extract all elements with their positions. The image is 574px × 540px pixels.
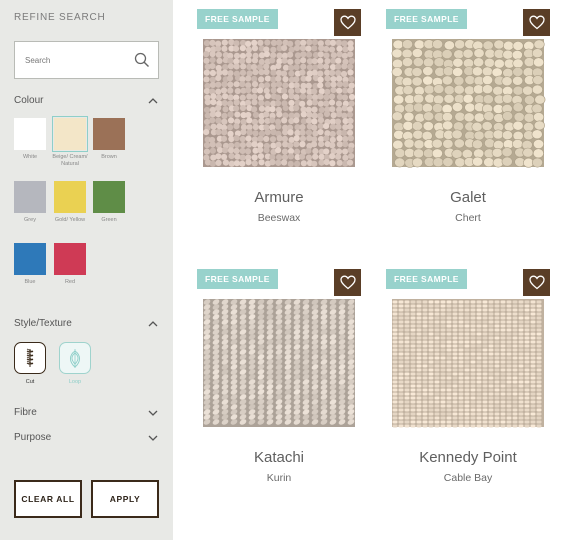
swatch-chip	[14, 118, 46, 150]
style-option-cut[interactable]: Cut	[14, 342, 46, 385]
colour-swatch-red[interactable]: Red	[54, 243, 86, 286]
free-sample-badge[interactable]: FREE SAMPLE	[197, 9, 278, 29]
swatch-chip	[14, 243, 46, 275]
product-card[interactable]: FREE SAMPLE Katachi Kurin	[197, 269, 361, 499]
search-input[interactable]	[25, 52, 135, 68]
colour-section-header[interactable]: Colour	[14, 95, 161, 109]
swatch-label: Green	[101, 217, 117, 223]
product-name[interactable]: Armure	[197, 189, 361, 206]
style-option-label: Cut	[25, 379, 35, 385]
colour-heading: Colour	[14, 95, 44, 106]
heart-icon[interactable]	[523, 269, 550, 296]
colour-swatch-grey[interactable]: Grey	[14, 181, 46, 224]
style-section-header[interactable]: Style/Texture	[14, 318, 161, 332]
apply-button[interactable]: APPLY	[91, 480, 159, 518]
product-colour: Beeswax	[257, 212, 301, 224]
swatch-chip	[54, 243, 86, 275]
swatch-label: Gold/ Yellow	[54, 217, 86, 223]
free-sample-badge[interactable]: FREE SAMPLE	[386, 9, 467, 29]
heart-icon[interactable]	[523, 9, 550, 36]
refine-search-title: REFINE SEARCH	[14, 12, 106, 23]
fibre-heading: Fibre	[14, 407, 37, 418]
filter-sidebar: REFINE SEARCH Colour White Beige/ Cream/…	[0, 0, 173, 540]
colour-swatch-beige[interactable]: Beige/ Cream/ Natural	[52, 116, 88, 168]
product-colour: Chert	[455, 212, 481, 224]
product-colour: Kurin	[266, 472, 292, 484]
swatch-chip	[14, 181, 46, 213]
style-option-label: Loop	[68, 379, 82, 385]
swatch-label: Blue	[24, 279, 36, 285]
purpose-section-header[interactable]: Purpose	[14, 432, 161, 446]
swatch-chip	[54, 181, 86, 213]
fibre-section-header[interactable]: Fibre	[14, 407, 161, 421]
swatch-chip	[93, 118, 125, 150]
product-card[interactable]: FREE SAMPLE Kennedy Point Cable Bay	[386, 269, 550, 499]
cut-pile-icon	[14, 342, 46, 374]
swatch-label: Beige/ Cream/ Natural	[52, 154, 88, 167]
chevron-up-icon	[147, 96, 159, 106]
loop-pile-icon	[59, 342, 91, 374]
product-colour: Cable Bay	[443, 472, 493, 484]
search-icon[interactable]	[133, 51, 151, 69]
chevron-up-icon	[147, 319, 159, 329]
heart-icon[interactable]	[334, 9, 361, 36]
colour-swatch-white[interactable]: White	[14, 118, 46, 161]
chevron-down-icon	[147, 408, 159, 418]
swatch-chip	[52, 116, 88, 152]
chevron-down-icon	[147, 433, 159, 443]
purpose-heading: Purpose	[14, 432, 52, 443]
search-field[interactable]	[14, 41, 159, 79]
clear-all-button[interactable]: CLEAR ALL	[14, 480, 82, 518]
swatch-label: Red	[64, 279, 76, 285]
product-name[interactable]: Kennedy Point	[386, 449, 550, 466]
free-sample-badge[interactable]: FREE SAMPLE	[197, 269, 278, 289]
product-card[interactable]: FREE SAMPLE Galet Chert	[386, 9, 550, 239]
colour-swatch-brown[interactable]: Brown	[93, 118, 125, 161]
swatch-label: Grey	[24, 217, 36, 223]
swatch-chip	[93, 181, 125, 213]
product-name[interactable]: Katachi	[197, 449, 361, 466]
product-name[interactable]: Galet	[386, 189, 550, 206]
free-sample-badge[interactable]: FREE SAMPLE	[386, 269, 467, 289]
swatch-label: Brown	[101, 154, 117, 160]
style-option-loop[interactable]: Loop	[59, 342, 91, 385]
product-card[interactable]: FREE SAMPLE Armure Beeswax	[197, 9, 361, 239]
colour-swatch-green[interactable]: Green	[93, 181, 125, 224]
colour-swatch-blue[interactable]: Blue	[14, 243, 46, 286]
swatch-label: White	[22, 154, 38, 160]
heart-icon[interactable]	[334, 269, 361, 296]
style-heading: Style/Texture	[14, 318, 72, 329]
colour-swatch-gold[interactable]: Gold/ Yellow	[54, 181, 86, 224]
